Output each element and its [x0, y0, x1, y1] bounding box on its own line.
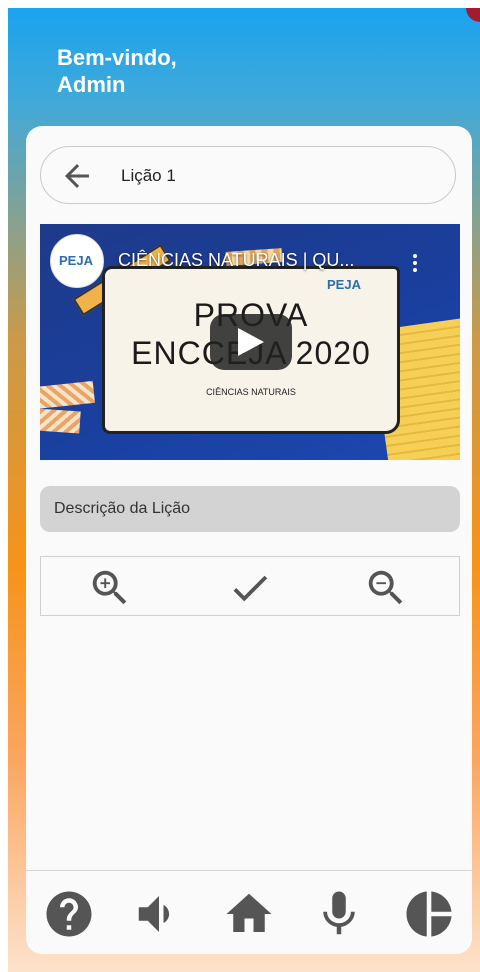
lesson-title: Lição 1 [121, 166, 176, 185]
play-button[interactable] [210, 314, 292, 370]
channel-logo-text: PEJA [59, 253, 93, 268]
lesson-header-bar: Lição 1 [40, 146, 456, 204]
help-icon[interactable] [42, 887, 96, 941]
thumbnail-subtitle: CIÊNCIAS NATURAIS [206, 387, 296, 397]
welcome-line: Bem-vindo, [57, 45, 177, 70]
zoom-out-icon[interactable] [363, 565, 409, 611]
zoom-in-icon[interactable] [87, 565, 133, 611]
lesson-description-label: Descrição da Lição [54, 500, 191, 517]
tape-graphic [40, 380, 95, 410]
video-title[interactable]: CIÊNCIAS NATURAIS | QU... [118, 250, 354, 271]
play-icon [238, 328, 264, 356]
thumbnail-brand: PEJA [327, 277, 361, 292]
microphone-icon[interactable] [312, 887, 366, 941]
more-options-icon[interactable] [408, 252, 422, 274]
chart-icon[interactable] [402, 887, 456, 941]
welcome-user-name: Admin [57, 72, 126, 97]
welcome-text: Bem-vindo, Admin [57, 44, 177, 98]
channel-avatar[interactable]: PEJA [50, 234, 104, 288]
tape-graphic [40, 408, 81, 434]
check-icon[interactable] [227, 565, 273, 611]
lesson-card: Lição 1 PEJA PROVA ENCCEJA 2020 CIÊNCIAS… [26, 126, 472, 954]
lesson-description: Descrição da Lição [40, 486, 460, 532]
back-arrow-icon[interactable] [59, 158, 95, 194]
home-icon[interactable] [222, 887, 276, 941]
zoom-toolbar [40, 556, 460, 616]
bottom-navigation [26, 870, 472, 954]
volume-icon[interactable] [132, 887, 186, 941]
video-player[interactable]: PEJA PROVA ENCCEJA 2020 CIÊNCIAS NATURAI… [40, 224, 460, 460]
